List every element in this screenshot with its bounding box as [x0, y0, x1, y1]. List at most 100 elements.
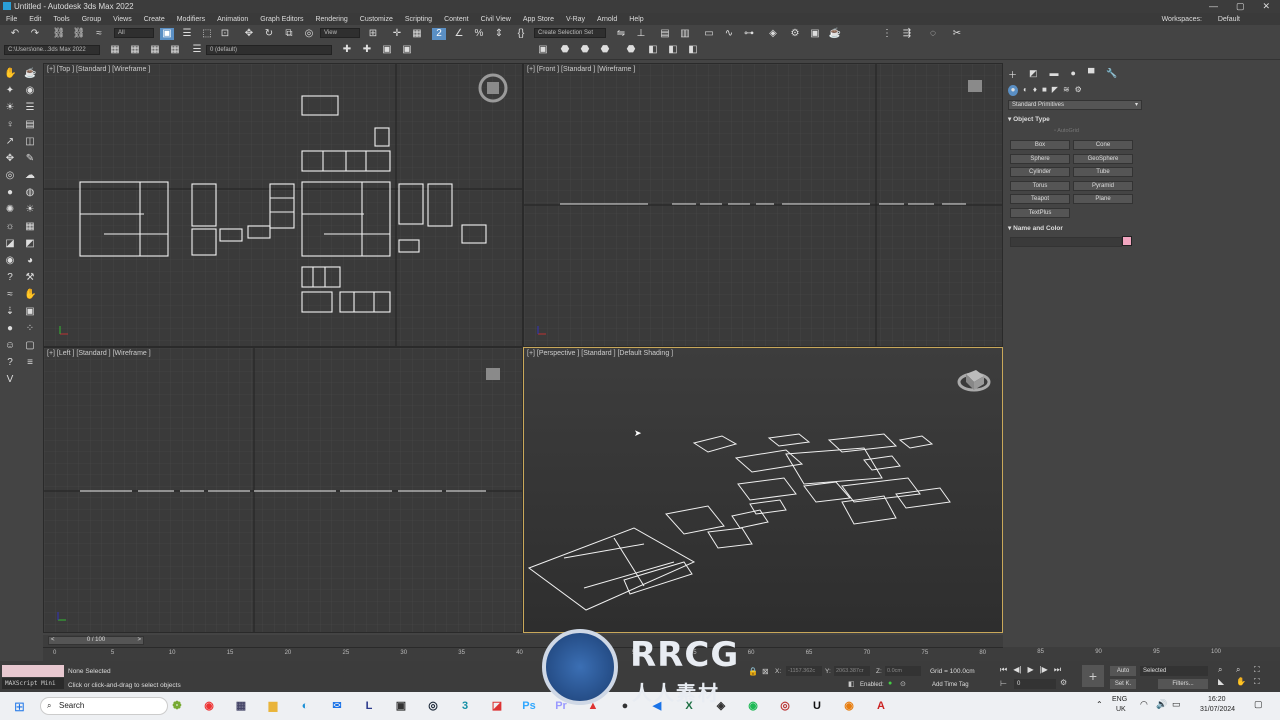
angle-snap-icon[interactable]: ∠: [452, 28, 466, 40]
paint-icon[interactable]: ✎: [24, 153, 36, 165]
zoom-icon[interactable]: ⌕: [1218, 665, 1234, 675]
zoom-extents-icon[interactable]: ⛶: [1254, 665, 1270, 675]
isolate-icon[interactable]: 🔒: [748, 667, 758, 676]
taskbar-search[interactable]: ⌕ Search: [40, 697, 168, 715]
unreal-icon[interactable]: U: [810, 699, 824, 713]
wrench-icon[interactable]: ⚒: [24, 272, 36, 284]
explorer-icon[interactable]: ▆: [266, 699, 280, 713]
schematic-view-icon[interactable]: ⊶: [742, 28, 756, 40]
viewport-left-label[interactable]: [+] [Left ] [Standard ] [Wireframe ]: [47, 350, 151, 357]
frame-field[interactable]: 0: [1014, 679, 1056, 689]
layer-icon[interactable]: ▦: [108, 44, 122, 56]
motion-tab-icon[interactable]: ●: [1071, 68, 1076, 78]
object-type-rollout[interactable]: ▾ Object Type: [1008, 115, 1142, 123]
menu-civil-view[interactable]: Civil View: [475, 16, 517, 23]
rect-selection-icon[interactable]: ⬚: [200, 28, 214, 40]
snap-icon[interactable]: ▣: [536, 44, 550, 56]
undo-icon[interactable]: ↶: [8, 28, 22, 40]
viewport-perspective-label[interactable]: [+] [Perspective ] [Standard ] [Default …: [527, 350, 673, 357]
move-icon[interactable]: ✥: [242, 28, 256, 40]
prev-frame-icon[interactable]: ◀|: [1013, 665, 1021, 675]
tube-button[interactable]: Tube: [1073, 167, 1133, 177]
chrome-icon[interactable]: ◉: [202, 699, 216, 713]
grid-icon[interactable]: ▦: [24, 221, 36, 233]
photoshop-icon[interactable]: Ps: [522, 699, 536, 713]
lang-label[interactable]: ENG: [1112, 696, 1127, 703]
edit-named-sets-icon[interactable]: {}: [514, 28, 528, 40]
next-frame-icon[interactable]: |▶: [1040, 665, 1048, 675]
viewport-front[interactable]: [+] [Front ] [Standard ] [Wireframe ]: [523, 63, 1003, 347]
lync-icon[interactable]: L: [362, 699, 376, 713]
hierarchy-tab-icon[interactable]: ▬: [1050, 68, 1059, 78]
menu-rendering[interactable]: Rendering: [309, 16, 353, 23]
battery-icon[interactable]: ▭: [1172, 699, 1181, 710]
y-coord-field[interactable]: 2063.387cr: [834, 666, 870, 676]
pyramid-button[interactable]: Pyramid: [1073, 181, 1133, 191]
clock-time[interactable]: 16:20: [1208, 696, 1226, 703]
menu-edit[interactable]: Edit: [23, 16, 47, 23]
object-name-field[interactable]: [1010, 237, 1122, 247]
target-icon[interactable]: ◎: [4, 170, 16, 182]
goto-start-icon[interactable]: ⏮: [1000, 665, 1007, 675]
timeline-ruler[interactable]: 05101520253035404550556065707580: [43, 647, 1003, 661]
hand-icon[interactable]: ✋: [4, 68, 16, 80]
snap5-icon[interactable]: ⬣: [624, 44, 638, 56]
plane-button[interactable]: Plane: [1073, 194, 1133, 204]
bind-space-warp-icon[interactable]: ≈: [92, 28, 106, 40]
help-icon[interactable]: ?: [4, 272, 16, 284]
menu-views[interactable]: Views: [107, 16, 138, 23]
snap2-icon[interactable]: ⬣: [558, 44, 572, 56]
curve-editor-icon[interactable]: ∿: [722, 28, 736, 40]
geometry-icon[interactable]: ●: [1008, 85, 1018, 96]
layer-select-icon[interactable]: ▦: [148, 44, 162, 56]
snap3-icon[interactable]: ⬣: [578, 44, 592, 56]
add-time-tag[interactable]: Add Time Tag: [932, 682, 969, 688]
layer-add-icon[interactable]: ▦: [128, 44, 142, 56]
menu-help[interactable]: Help: [623, 16, 649, 23]
maxscript-listener[interactable]: [2, 665, 64, 677]
render-icon[interactable]: ☕: [828, 28, 842, 40]
steam-icon[interactable]: ◎: [426, 699, 440, 713]
set-key-button[interactable]: Set K.: [1110, 679, 1136, 689]
sphere-icon[interactable]: ●: [4, 187, 16, 199]
create-tab-icon[interactable]: ＋: [1008, 68, 1017, 80]
minimize-button[interactable]: —: [1209, 1, 1218, 12]
grid-icon[interactable]: ⋮: [880, 28, 894, 40]
spinner-snap-icon[interactable]: ⇕: [492, 28, 506, 40]
snaps-toggle-icon[interactable]: 2: [432, 28, 446, 40]
menu-graph-editors[interactable]: Graph Editors: [254, 16, 309, 23]
autogrid-checkbox[interactable]: ▫ AutoGrid: [1054, 128, 1079, 134]
textplus-button[interactable]: TextPlus: [1010, 208, 1070, 218]
name-color-rollout[interactable]: ▾ Name and Color: [1008, 224, 1142, 232]
render-setup-icon[interactable]: ⚙: [788, 28, 802, 40]
scissors-icon[interactable]: ✂: [950, 28, 964, 40]
teapot-button[interactable]: Teapot: [1010, 194, 1070, 204]
auto-key-button[interactable]: Auto: [1110, 666, 1136, 676]
menu-tools[interactable]: Tools: [47, 16, 75, 23]
sun2-icon[interactable]: ☀: [24, 204, 36, 216]
region-label[interactable]: UK: [1116, 706, 1126, 713]
menu-create[interactable]: Create: [138, 16, 171, 23]
align-grid-icon[interactable]: ⇶: [900, 28, 914, 40]
viewport-front-label[interactable]: [+] [Front ] [Standard ] [Wireframe ]: [527, 66, 635, 73]
menu-group[interactable]: Group: [76, 16, 107, 23]
3dsmax-icon[interactable]: 3: [458, 699, 472, 713]
reference-coord-dropdown[interactable]: View: [320, 28, 360, 38]
spotify-icon[interactable]: ◉: [746, 699, 760, 713]
viewport-perspective[interactable]: [+] [Perspective ] [Standard ] [Default …: [523, 347, 1003, 633]
new-layer-icon[interactable]: ✚: [340, 44, 354, 56]
align-icon[interactable]: ⊥: [634, 28, 648, 40]
spacewarps-icon[interactable]: ≋: [1063, 85, 1070, 96]
start-icon[interactable]: ⊞: [14, 699, 25, 715]
sun-icon[interactable]: ☀: [4, 102, 16, 114]
fov-icon[interactable]: ◣: [1218, 677, 1234, 687]
teapot-icon[interactable]: ☕: [24, 68, 36, 80]
select-in-layer-icon[interactable]: ▣: [380, 44, 394, 56]
redo-icon[interactable]: ↷: [28, 28, 42, 40]
adobe-acrobat-icon[interactable]: ◪: [490, 699, 504, 713]
list-icon[interactable]: ☰: [24, 102, 36, 114]
menu-app-store[interactable]: App Store: [517, 16, 560, 23]
systems-icon[interactable]: ⚙: [1075, 85, 1082, 96]
arrow-icon[interactable]: ↗: [4, 136, 16, 148]
key-filter-dropdown[interactable]: Selected: [1140, 666, 1208, 676]
